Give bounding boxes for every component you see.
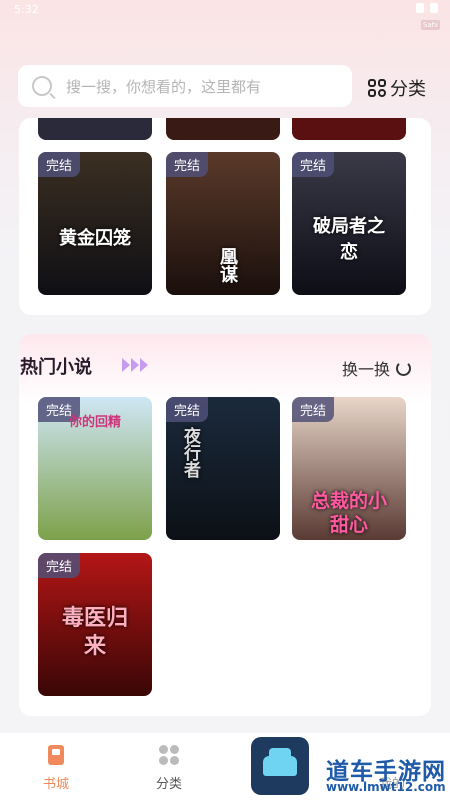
book-card[interactable]: 完结 黄金囚笼 [38, 152, 152, 295]
book-cover-partial[interactable] [292, 118, 406, 140]
category-label: 分类 [390, 79, 426, 100]
book-card[interactable]: 完结 破局者之恋 [292, 152, 406, 295]
refresh-label: 换一换 [342, 360, 391, 379]
category-icon [159, 745, 179, 765]
watermark-logo [251, 737, 309, 795]
status-badge: 完结 [166, 397, 209, 422]
status-badge: 完结 [38, 553, 81, 578]
book-title: 破局者之恋 [313, 216, 385, 263]
battery-icon [430, 3, 438, 13]
search-placeholder: 搜一搜，你想看的，这里都有 [66, 77, 262, 96]
nav-label: 书城 [42, 777, 69, 792]
book-title: 夜行者 [180, 427, 200, 478]
book-card[interactable]: 完结 毒医归来 [38, 553, 152, 696]
book-card[interactable]: 完结 总裁的小甜心 [292, 397, 406, 540]
nav-bookstore[interactable]: 书城 [26, 745, 86, 792]
book-card[interactable]: 完结 凰谋 [166, 152, 280, 295]
book-title: 毒医归来 [61, 606, 128, 659]
status-badge: 完结 [292, 397, 335, 422]
refresh-icon [396, 360, 412, 376]
book-card[interactable]: 完结 你的回精 [38, 397, 152, 540]
category-icon [368, 79, 386, 97]
status-badge: 完结 [292, 152, 335, 177]
status-tag: Sahi [420, 20, 440, 30]
book-title: 黄金囚笼 [59, 228, 131, 249]
status-badge: 完结 [38, 152, 81, 177]
search-icon [32, 76, 52, 96]
status-icons [416, 3, 438, 13]
status-time: 5:32 [14, 3, 39, 16]
chevrons-icon [122, 358, 149, 372]
book-title: 总裁的小甜心 [310, 490, 387, 536]
status-badge: 完结 [166, 152, 209, 177]
search-box[interactable]: 搜一搜，你想看的，这里都有 [18, 65, 352, 107]
book-title: 你的回精 [68, 415, 121, 430]
book-title: 凰谋 [217, 247, 238, 283]
book-card[interactable]: 完结 夜行者 [166, 397, 280, 540]
refresh-button[interactable]: 换一换 [342, 356, 412, 380]
nav-label: 分类 [155, 777, 182, 792]
signal-icon [416, 3, 424, 13]
nav-category[interactable]: 分类 [139, 745, 199, 792]
section-title: 热门小说 [20, 357, 92, 378]
category-button[interactable]: 分类 [368, 75, 426, 101]
status-bar: 5:32 Sahi [0, 0, 450, 30]
watermark-url: www.lmwt12.com [326, 780, 446, 794]
book-cover-partial[interactable] [166, 118, 280, 140]
car-icon [263, 748, 297, 776]
book-cover-partial[interactable] [38, 118, 152, 140]
bookstore-icon [48, 745, 64, 765]
